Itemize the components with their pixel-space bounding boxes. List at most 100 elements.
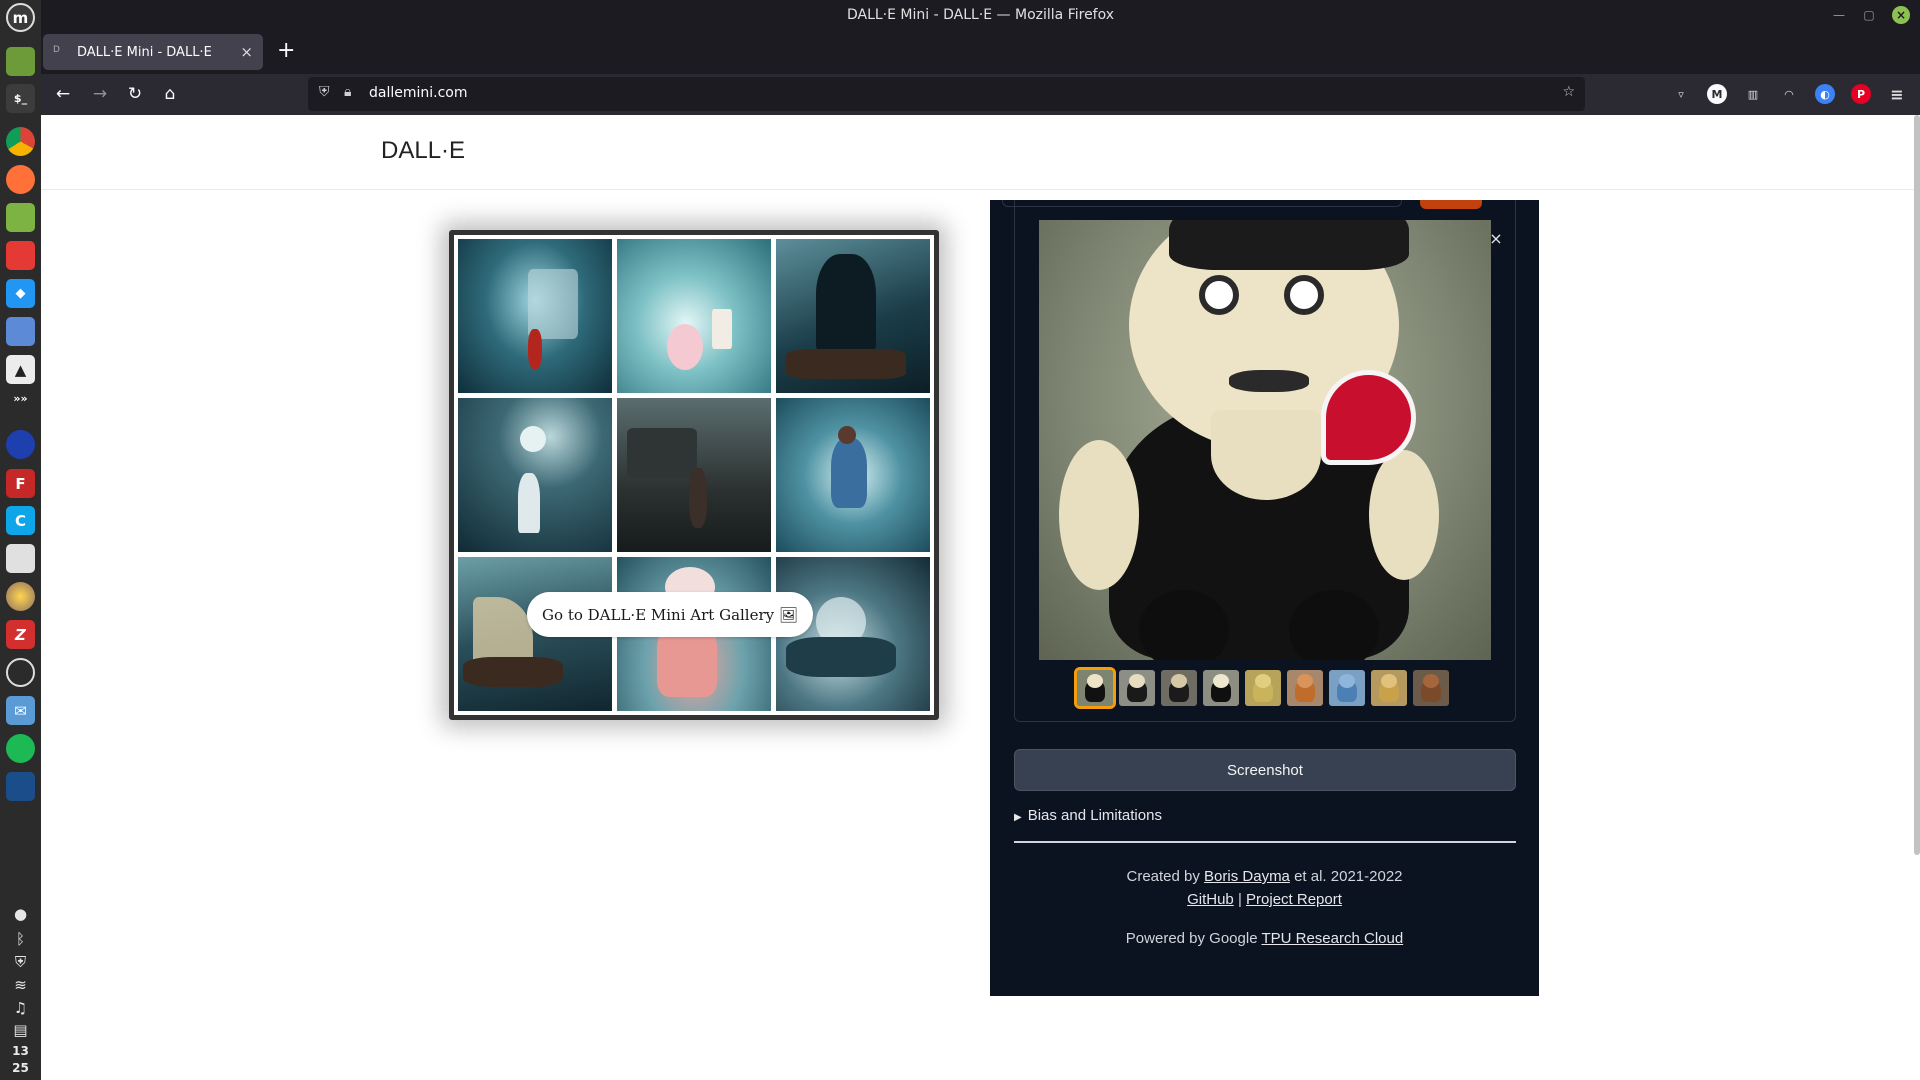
- chrome-icon[interactable]: [6, 127, 35, 156]
- music-icon[interactable]: ♫: [10, 998, 31, 1017]
- disclosure-triangle-icon: ▶: [1014, 812, 1022, 823]
- bias-limitations-toggle[interactable]: ▶ Bias and Limitations: [1014, 807, 1162, 824]
- site-header: DALL·E: [41, 115, 1920, 190]
- clock-minute[interactable]: 25: [0, 1061, 41, 1076]
- gallery-image[interactable]: [617, 398, 771, 552]
- extension-m-icon[interactable]: M: [1707, 84, 1727, 104]
- section-divider: [1014, 841, 1516, 843]
- desktop-panel: m $_ ◆ ▲ »» F C Z ✉ ● ᛒ ⛨ ≋ ♫ ▤ 13 25: [0, 0, 41, 1080]
- cursor-app-icon[interactable]: C: [6, 506, 35, 535]
- filezilla-icon[interactable]: Z: [6, 620, 35, 649]
- result-thumbnail[interactable]: [1245, 670, 1281, 706]
- shield-tray-icon[interactable]: ⛨: [10, 952, 31, 971]
- powered-prefix: Powered by Google: [1125, 930, 1258, 947]
- steam-icon[interactable]: [6, 772, 35, 801]
- settings-app-icon[interactable]: F: [6, 469, 35, 498]
- new-tab-icon[interactable]: +: [277, 39, 295, 63]
- credits-suffix: et al. 2021-2022: [1294, 868, 1403, 885]
- gallery-link-button[interactable]: Go to DALL·E Mini Art Gallery 🖼: [527, 592, 813, 637]
- project-report-link[interactable]: Project Report: [1246, 891, 1342, 908]
- github-link[interactable]: GitHub: [1187, 891, 1234, 908]
- clipboard-icon[interactable]: ▤: [10, 1020, 31, 1039]
- credits-prefix: Created by: [1126, 868, 1200, 885]
- home-icon[interactable]: ⌂: [158, 82, 182, 106]
- author-link[interactable]: Boris Dayma: [1204, 868, 1290, 885]
- window-title: DALL·E Mini - DALL·E — Mozilla Firefox: [846, 7, 1115, 23]
- tracking-shield-icon[interactable]: ⛨: [319, 84, 330, 100]
- files-icon[interactable]: [6, 203, 35, 232]
- clock-hour[interactable]: 13: [0, 1044, 41, 1059]
- navigation-bar: ← → ↻ ⌂ ⛨ 🔒︎ dallemini.com ☆ ▿ M ▥ ◠ ◐ P…: [41, 74, 1920, 115]
- terminal-icon[interactable]: $_: [6, 84, 35, 113]
- steam-tray-icon[interactable]: ●: [10, 904, 31, 923]
- tpu-research-cloud-link[interactable]: TPU Research Cloud: [1261, 930, 1403, 947]
- spotify-icon[interactable]: [6, 734, 35, 763]
- tab-close-icon[interactable]: ×: [240, 43, 253, 61]
- page-content: DALL·E Go to DALL·E Mini Art Gallery 🖼 ×…: [41, 115, 1920, 1080]
- close-window-icon[interactable]: ×: [1892, 6, 1910, 24]
- results-box: ×: [1014, 200, 1516, 722]
- image-viewer-icon[interactable]: [6, 317, 35, 346]
- result-thumbnail[interactable]: [1074, 667, 1116, 709]
- text-editor-icon[interactable]: [6, 544, 35, 573]
- window-titlebar: DALL·E Mini - DALL·E — Mozilla Firefox —…: [41, 0, 1920, 30]
- result-thumbnail[interactable]: [1371, 670, 1407, 706]
- vscode-icon[interactable]: ◆: [6, 279, 35, 308]
- firefox-icon[interactable]: [6, 165, 35, 194]
- close-result-icon[interactable]: ×: [1485, 227, 1507, 249]
- extension-blue-icon[interactable]: ◐: [1815, 84, 1835, 104]
- forward-icon[interactable]: →: [88, 82, 112, 106]
- back-icon[interactable]: ←: [51, 82, 75, 106]
- lock-icon[interactable]: 🔒︎: [344, 84, 351, 100]
- result-thumbnails: [1074, 667, 1457, 709]
- result-thumbnail[interactable]: [1329, 670, 1365, 706]
- mail-icon[interactable]: ✉: [6, 696, 35, 725]
- gallery-image[interactable]: [458, 398, 612, 552]
- gallery-image[interactable]: [776, 398, 930, 552]
- url-text[interactable]: dallemini.com: [369, 85, 468, 101]
- page-scrollbar[interactable]: [1914, 115, 1920, 855]
- tab-dalle[interactable]: D DALL·E Mini - DALL·E ×: [43, 34, 263, 70]
- result-thumbnail[interactable]: [1119, 670, 1155, 706]
- link-separator: |: [1237, 891, 1242, 908]
- art-gallery-card[interactable]: Go to DALL·E Mini Art Gallery 🖼: [449, 230, 939, 720]
- mint-menu-icon[interactable]: m: [6, 3, 35, 32]
- selected-result-image[interactable]: [1039, 220, 1491, 660]
- links-line: GitHub | Project Report: [990, 891, 1539, 908]
- tab-title: DALL·E Mini - DALL·E: [77, 44, 212, 60]
- tab-favicon: D: [53, 45, 60, 55]
- credits-line: Created by Boris Dayma et al. 2021-2022: [990, 868, 1539, 885]
- inkscape-icon[interactable]: ▲: [6, 355, 35, 384]
- wifi-icon[interactable]: ≋: [10, 975, 31, 994]
- library-icon[interactable]: ▥: [1743, 84, 1763, 104]
- bias-label: Bias and Limitations: [1027, 807, 1162, 824]
- url-bar[interactable]: ⛨ 🔒︎ dallemini.com ☆: [308, 77, 1585, 111]
- menu-icon[interactable]: ≡: [1887, 84, 1907, 104]
- gallery-image[interactable]: [458, 239, 612, 393]
- rocket-chat-icon[interactable]: [6, 430, 35, 459]
- gallery-image[interactable]: [617, 239, 771, 393]
- result-thumbnail[interactable]: [1203, 670, 1239, 706]
- globe-icon[interactable]: [6, 582, 35, 611]
- reload-icon[interactable]: ↻: [123, 82, 147, 106]
- screenshot-button[interactable]: Screenshot: [1014, 749, 1516, 791]
- shortcuts-icon[interactable]: »»: [6, 384, 35, 413]
- clock-app-icon[interactable]: [6, 658, 35, 687]
- software-manager-icon[interactable]: [6, 241, 35, 270]
- result-thumbnail[interactable]: [1413, 670, 1449, 706]
- gallery-image[interactable]: [776, 239, 930, 393]
- generator-panel: × Screenshot ▶ Bias and Limitations Creat…: [990, 200, 1539, 996]
- bookmark-star-icon[interactable]: ☆: [1562, 84, 1575, 100]
- extension-arc-icon[interactable]: ◠: [1779, 84, 1799, 104]
- result-thumbnail[interactable]: [1161, 670, 1197, 706]
- pinterest-icon[interactable]: P: [1851, 84, 1871, 104]
- result-thumbnail[interactable]: [1287, 670, 1323, 706]
- show-desktop-icon[interactable]: [6, 47, 35, 76]
- site-brand[interactable]: DALL·E: [381, 137, 465, 165]
- powered-line: Powered by Google TPU Research Cloud: [990, 930, 1539, 947]
- minimize-icon[interactable]: —: [1830, 6, 1848, 24]
- pocket-icon[interactable]: ▿: [1671, 84, 1691, 104]
- tab-bar: D DALL·E Mini - DALL·E × +: [41, 30, 1920, 74]
- bluetooth-icon[interactable]: ᛒ: [10, 929, 31, 948]
- maximize-icon[interactable]: ▢: [1860, 6, 1878, 24]
